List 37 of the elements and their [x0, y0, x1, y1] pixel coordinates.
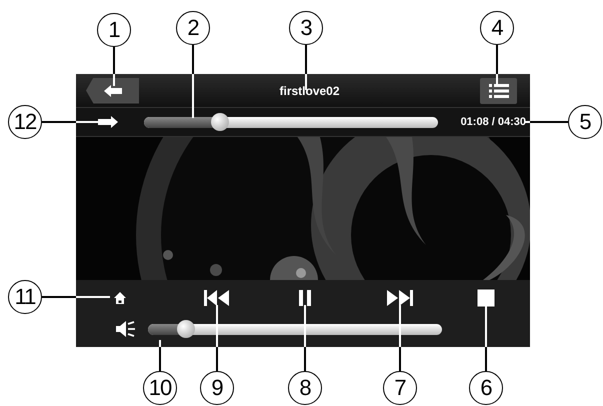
home-icon[interactable] [113, 291, 127, 305]
list-icon [488, 84, 508, 98]
menu-button[interactable] [480, 78, 517, 104]
leader-line [42, 296, 110, 298]
track-title: firstlove02 [279, 84, 340, 98]
right-arrow-icon[interactable] [98, 116, 118, 128]
speaker-icon[interactable] [116, 321, 136, 337]
leader-line [113, 47, 115, 86]
leader-line [399, 305, 401, 371]
leader-line [159, 340, 161, 371]
callout-number: 1 [97, 13, 131, 47]
callout-number: 4 [480, 11, 514, 45]
leader-line [42, 121, 100, 123]
callout-number: 11 [8, 280, 42, 314]
slider-thumb[interactable] [211, 112, 230, 130]
leader-line [304, 305, 306, 371]
callout-number: 2 [176, 11, 210, 45]
time-readout: 01:08 / 04:30 [460, 116, 526, 128]
callout-number: 3 [289, 11, 323, 45]
callout-number: 12 [8, 105, 42, 139]
leader-line [216, 305, 218, 371]
previous-icon[interactable] [204, 290, 230, 306]
leader-line [305, 45, 307, 90]
pause-icon[interactable] [298, 290, 312, 306]
callout-number: 5 [568, 105, 602, 139]
back-button[interactable] [86, 78, 139, 104]
callout-number: 6 [469, 371, 503, 405]
slider-thumb[interactable] [177, 320, 196, 338]
leader-line [496, 45, 498, 84]
callout-number: 9 [200, 371, 234, 405]
leader-line [525, 121, 568, 123]
leader-line [485, 305, 487, 371]
left-arrow-icon [104, 84, 122, 96]
callout-number: 10 [143, 371, 177, 405]
callout-number: 8 [288, 371, 322, 405]
callout-number: 7 [383, 371, 417, 405]
next-icon[interactable] [387, 290, 413, 306]
